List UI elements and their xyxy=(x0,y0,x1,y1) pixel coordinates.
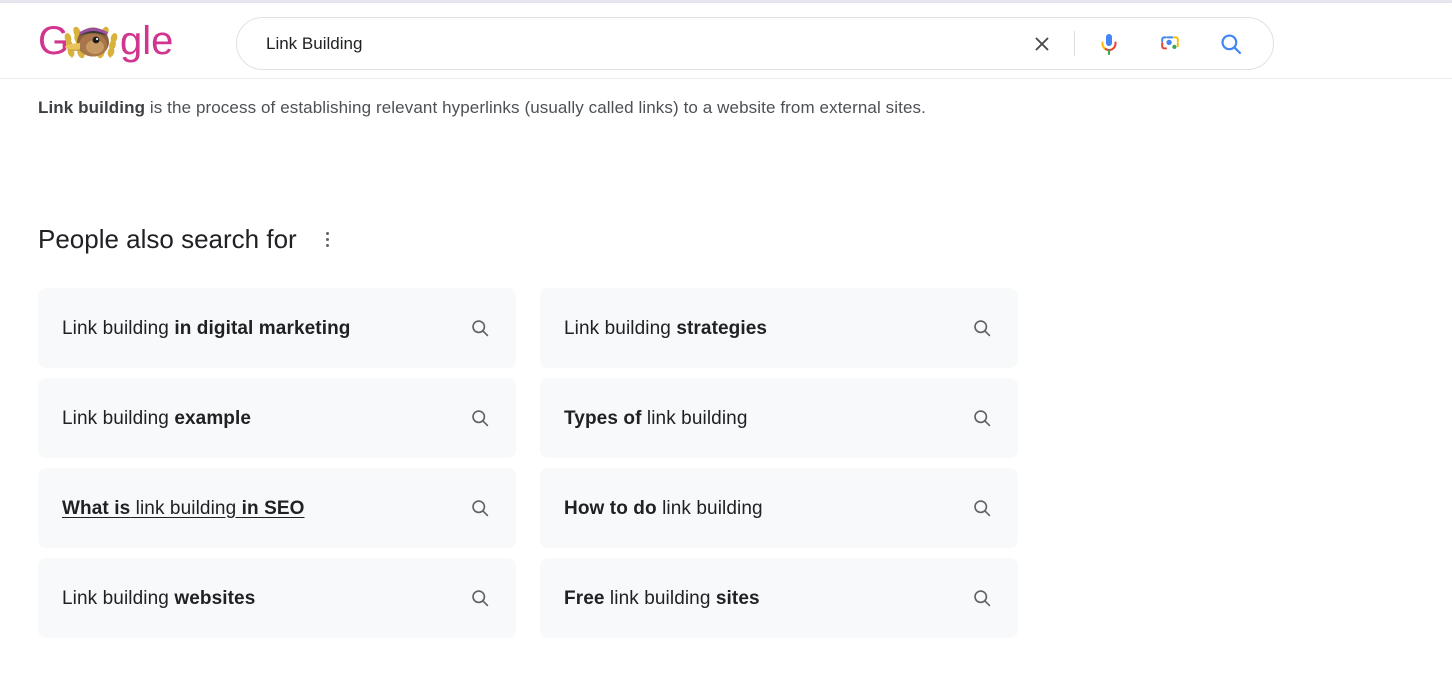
chip-plain-text: link building xyxy=(656,497,763,519)
chip-bold-text: in SEO xyxy=(241,497,305,519)
related-search-chip-label: Link building strategies xyxy=(564,316,837,341)
featured-snippet-lead: Link building xyxy=(38,98,146,117)
chip-bold-text: example xyxy=(174,407,252,429)
search-icon xyxy=(468,316,492,340)
related-search-chip-label: Link building in digital marketing xyxy=(62,316,421,341)
search-submit-button[interactable] xyxy=(1211,18,1251,69)
chip-plain-text: Link building xyxy=(62,317,175,339)
chip-plain-text: Link building xyxy=(564,317,677,339)
search-icon xyxy=(468,406,492,430)
chip-bold-text: Types of xyxy=(564,407,642,429)
chip-bold-text: strategies xyxy=(676,317,768,339)
more-options-icon[interactable] xyxy=(317,224,339,254)
related-search-chip-label: How to do link building xyxy=(564,496,833,521)
related-search-chip-label: Types of link building xyxy=(564,406,817,431)
search-icon xyxy=(970,406,994,430)
search-results-main: Link building is the process of establis… xyxy=(0,79,1452,700)
search-icon xyxy=(970,586,994,610)
chip-bold-text: sites xyxy=(715,587,760,609)
related-search-chip-label: Free link building sites xyxy=(564,586,830,611)
related-search-chip[interactable]: Link building example xyxy=(38,378,516,458)
featured-snippet-rest: is the process of establishing relevant … xyxy=(145,98,926,117)
chip-plain-text: Link building xyxy=(62,407,175,429)
search-box[interactable] xyxy=(236,17,1274,70)
related-search-chip[interactable]: Link building strategies xyxy=(540,288,1018,368)
related-search-chip[interactable]: What is link building in SEO xyxy=(38,468,516,548)
search-icon xyxy=(970,316,994,340)
search-actions-divider xyxy=(1074,31,1075,56)
google-lens-icon xyxy=(1161,35,1179,49)
clear-search-button[interactable] xyxy=(1022,18,1062,69)
search-icon xyxy=(468,586,492,610)
chip-plain-text: link building xyxy=(130,497,242,519)
people-also-search-for-header: People also search for xyxy=(38,219,339,259)
search-header: G gle Link Building xyxy=(0,3,1452,79)
related-search-chip[interactable]: Types of link building xyxy=(540,378,1018,458)
kebab-dot xyxy=(326,237,330,241)
google-lens-button[interactable] xyxy=(1150,18,1190,69)
voice-search-button[interactable] xyxy=(1089,18,1129,69)
featured-snippet-text: Link building is the process of establis… xyxy=(38,91,958,124)
page-title: People also search for xyxy=(38,224,297,254)
kebab-dot xyxy=(326,231,330,235)
chip-plain-text: link building xyxy=(641,407,748,429)
related-search-chip[interactable]: Link building websites xyxy=(38,558,516,638)
related-search-chip-label: Link building example xyxy=(62,406,321,431)
chip-bold-text: in digital marketing xyxy=(174,317,351,339)
related-searches-grid: Link building in digital marketing Link b… xyxy=(38,288,1018,638)
chip-plain-text: Link building xyxy=(62,587,175,609)
related-search-chip[interactable]: Free link building sites xyxy=(540,558,1018,638)
chip-bold-text: websites xyxy=(174,587,256,609)
related-search-chip-label: What is link building in SEO xyxy=(62,496,375,521)
svg-text:G: G xyxy=(38,19,69,63)
google-doodle-logo[interactable]: G gle xyxy=(38,16,178,68)
kebab-dot xyxy=(326,243,330,247)
related-search-chip[interactable]: Link building in digital marketing xyxy=(38,288,516,368)
chip-bold-text: Free xyxy=(564,587,605,609)
related-search-chip-label: Link building websites xyxy=(62,586,325,611)
chip-plain-text: link building xyxy=(604,587,716,609)
microphone-icon xyxy=(1101,33,1117,55)
chip-bold-text: How to do xyxy=(564,497,657,519)
related-search-chip[interactable]: How to do link building xyxy=(540,468,1018,548)
search-input[interactable] xyxy=(266,18,1006,69)
search-icon xyxy=(970,496,994,520)
close-icon xyxy=(1035,37,1049,50)
chip-bold-text: What is xyxy=(62,497,131,519)
svg-text:gle: gle xyxy=(120,19,173,63)
search-icon xyxy=(468,496,492,520)
search-icon xyxy=(1221,33,1242,54)
